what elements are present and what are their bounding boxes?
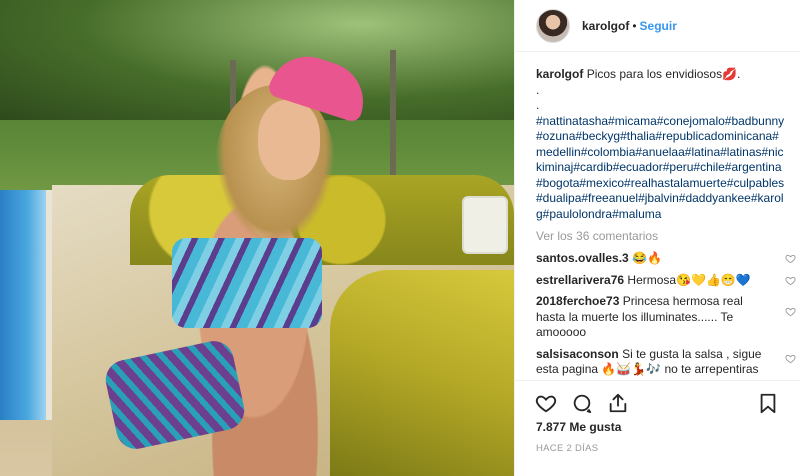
post-container: karolgof • Seguir karolgof Picos para lo… — [0, 0, 800, 476]
comments-list: santos.ovalles.3 😂🔥 estrellarivera76 Her… — [536, 251, 796, 384]
comment-item: santos.ovalles.3 😂🔥 — [536, 251, 796, 267]
comment-text: 😂🔥 — [632, 251, 662, 265]
share-icon[interactable] — [607, 392, 629, 414]
heart-icon[interactable] — [785, 353, 796, 364]
likes-count[interactable]: 7.877 Me gusta — [536, 420, 621, 434]
comment-item: 2018ferchoe73 Princesa hermosa real hast… — [536, 294, 796, 341]
bookmark-icon[interactable] — [757, 392, 779, 414]
post-timestamp: HACE 2 DÍAS — [536, 443, 599, 454]
heart-icon[interactable] — [785, 306, 796, 317]
header-separator: • — [632, 18, 637, 33]
action-bar — [515, 380, 800, 420]
comment-item: salsisaconson Si te gusta la salsa , sig… — [536, 347, 796, 378]
post-header: karolgof • Seguir — [515, 0, 800, 52]
caption-username[interactable]: karolgof — [536, 67, 583, 81]
avatar[interactable] — [536, 8, 570, 43]
comment-username[interactable]: salsisaconson — [536, 347, 619, 361]
comment-icon[interactable] — [571, 392, 593, 414]
comment-username[interactable]: santos.ovalles.3 — [536, 251, 629, 265]
bikini-top — [172, 238, 322, 328]
caption-hashtags[interactable]: #nattinatasha#micama#conejomalo#badbunny… — [536, 114, 784, 221]
comment-text: Hermosa😘💛👍😁💙 — [627, 272, 751, 287]
lounge-chair — [462, 196, 508, 254]
heart-icon[interactable] — [535, 392, 557, 414]
comment-item: estrellarivera76 Hermosa😘💛👍😁💙 — [536, 273, 796, 289]
person-face — [258, 100, 320, 180]
caption-dot: . — [536, 82, 540, 97]
swimming-pool — [0, 190, 52, 420]
caption-text: Picos para los envidiosos💋. — [586, 67, 741, 81]
comment-username[interactable]: estrellarivera76 — [536, 273, 624, 287]
follow-button[interactable]: Seguir — [640, 19, 677, 33]
post-side-panel: karolgof • Seguir karolgof Picos para lo… — [514, 0, 800, 476]
comment-username[interactable]: 2018ferchoe73 — [536, 294, 619, 308]
post-photo[interactable] — [0, 0, 514, 476]
post-caption: karolgof Picos para los envidiosos💋. . .… — [536, 67, 788, 222]
caption-dot: . — [536, 98, 540, 112]
view-all-comments-link[interactable]: Ver los 36 comentarios — [536, 229, 658, 243]
header-username[interactable]: karolgof — [582, 19, 629, 33]
heart-icon[interactable] — [785, 253, 796, 264]
heart-icon[interactable] — [785, 275, 796, 286]
